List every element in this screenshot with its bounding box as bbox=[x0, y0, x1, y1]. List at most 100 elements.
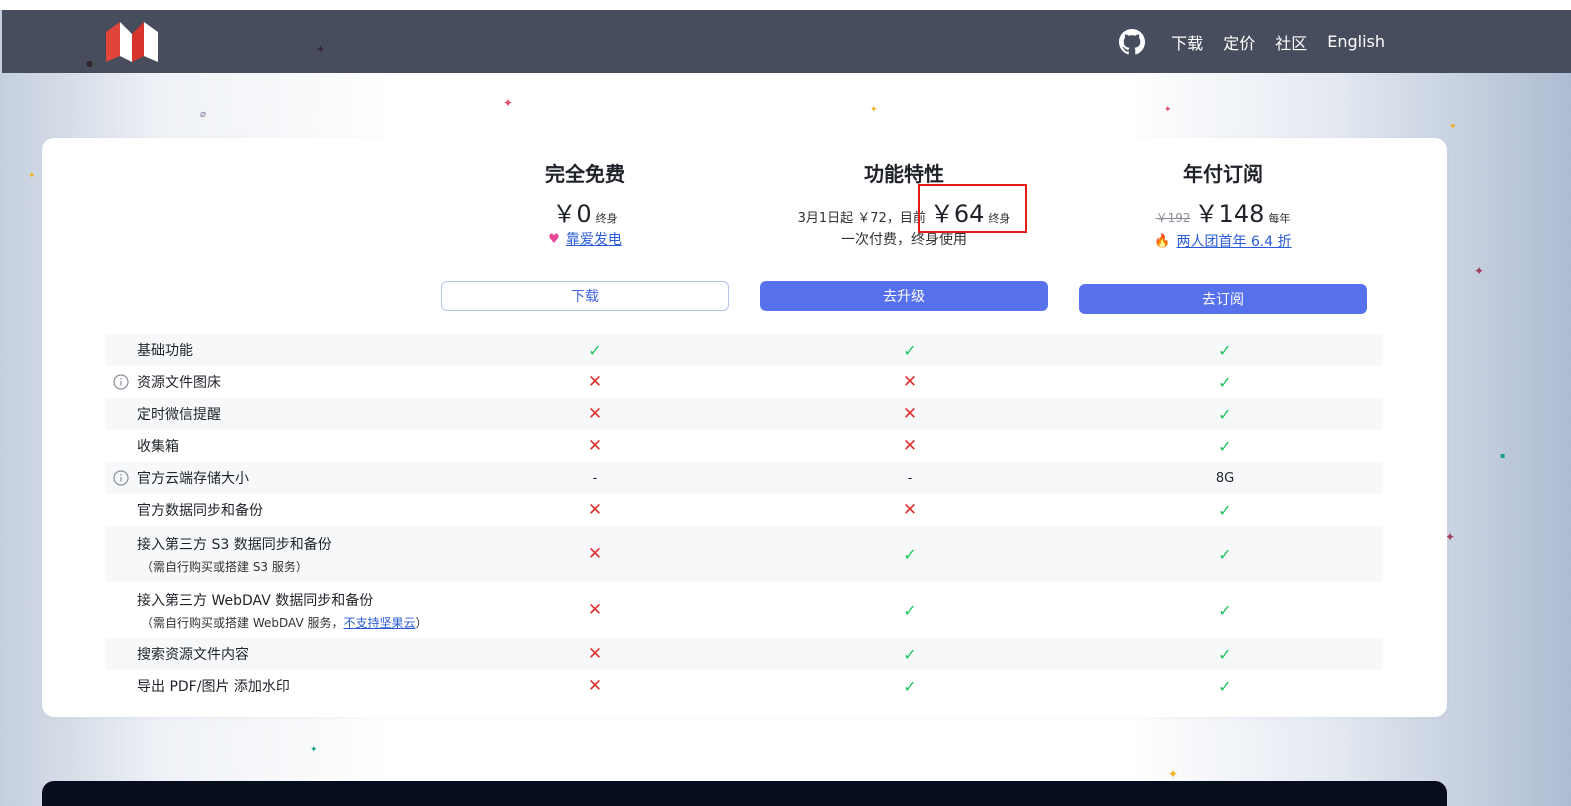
sponsor-link[interactable]: 靠爱发电 bbox=[566, 230, 622, 250]
cross-icon: ✕ bbox=[902, 404, 918, 424]
feature-name: 导出 PDF/图片 添加水印 bbox=[137, 679, 290, 695]
feature-name: 官方数据同步和备份 bbox=[137, 503, 263, 519]
sparkle-icon: ▪ bbox=[1500, 451, 1506, 460]
m-brand-logo-icon[interactable] bbox=[106, 22, 158, 62]
group-deal-link[interactable]: 两人团首年 6.4 折 bbox=[1177, 232, 1292, 252]
nav-download-link[interactable]: 下载 bbox=[1171, 30, 1203, 54]
plan-subtext: 一次付费，终身使用 bbox=[841, 232, 967, 248]
feature-cell: ✓ bbox=[1205, 582, 1245, 638]
dark-footer-panel bbox=[42, 781, 1447, 806]
original-price: ￥192 bbox=[1155, 211, 1191, 225]
table-row: 接入第三方 WebDAV 数据同步和备份 （需自行购买或搭建 WebDAV 服务… bbox=[105, 582, 1383, 638]
feature-cell: ✕ bbox=[575, 430, 615, 462]
sparkle-icon: ✦ bbox=[28, 171, 36, 181]
check-icon: ✓ bbox=[588, 340, 602, 360]
cross-icon: ✕ bbox=[587, 544, 603, 564]
feature-cell: ✓ bbox=[890, 582, 930, 638]
upgrade-button[interactable]: 去升级 bbox=[760, 281, 1048, 311]
sparkle-icon: ✦ bbox=[1164, 105, 1172, 115]
check-icon: ✓ bbox=[903, 676, 917, 696]
plan-subline: ♥ 靠爱发电 bbox=[441, 230, 729, 250]
nav-english-link[interactable]: English bbox=[1327, 32, 1385, 51]
check-icon: ✓ bbox=[903, 544, 917, 564]
fire-icon: 🔥 bbox=[1154, 234, 1171, 249]
plan-annual-header: 年付订阅 ￥192 ￥148 每年 🔥 两人团首年 6.4 折 bbox=[1079, 160, 1367, 252]
sparkle-icon: ⌀ bbox=[200, 109, 207, 120]
sparkle-icon: ● bbox=[86, 59, 93, 68]
check-icon: ✓ bbox=[1218, 372, 1232, 392]
feature-cell: ✓ bbox=[1205, 638, 1245, 670]
feature-cell: ✓ bbox=[1205, 334, 1245, 366]
cross-icon: ✕ bbox=[587, 372, 603, 392]
cross-icon: ✕ bbox=[587, 500, 603, 520]
feature-name: 收集箱 bbox=[137, 439, 179, 455]
feature-cell: ✓ bbox=[1205, 670, 1245, 702]
price-line: ￥192 ￥148 每年 bbox=[1079, 194, 1367, 228]
sparkle-icon: ✦ bbox=[870, 105, 878, 115]
feature-cell: ✓ bbox=[575, 334, 615, 366]
feature-cell: ✕ bbox=[575, 582, 615, 638]
feature-cell: ✕ bbox=[575, 366, 615, 398]
feature-cell: ✓ bbox=[1205, 526, 1245, 582]
feature-cell: ✓ bbox=[890, 334, 930, 366]
check-icon: ✓ bbox=[1218, 644, 1232, 664]
check-icon: ✓ bbox=[1218, 404, 1232, 424]
feature-cell: ✕ bbox=[575, 494, 615, 526]
top-strip bbox=[0, 0, 1571, 10]
table-row: 资源文件图床 ✕ ✕ ✓ bbox=[105, 366, 1383, 398]
feature-name: 资源文件图床 bbox=[137, 375, 221, 391]
cross-icon: ✕ bbox=[587, 436, 603, 456]
sparkle-icon: ✦ bbox=[1449, 122, 1457, 132]
sparkle-icon: ✦ bbox=[503, 96, 514, 110]
feature-note-end: ） bbox=[415, 615, 428, 630]
feature-cell: ✓ bbox=[1205, 398, 1245, 430]
plan-title: 年付订阅 bbox=[1183, 162, 1263, 186]
feature-name: 接入第三方 WebDAV 数据同步和备份 bbox=[137, 592, 374, 609]
sparkle-icon: ✦ bbox=[316, 43, 326, 56]
download-button[interactable]: 下载 bbox=[441, 281, 729, 311]
check-icon: ✓ bbox=[903, 340, 917, 360]
feature-cell: ✓ bbox=[890, 638, 930, 670]
feature-cell: ✓ bbox=[890, 670, 930, 702]
info-icon[interactable] bbox=[113, 374, 129, 390]
feature-note-text: （需自行购买或搭建 WebDAV 服务， bbox=[141, 615, 344, 630]
check-icon: ✓ bbox=[903, 600, 917, 620]
cross-icon: ✕ bbox=[902, 372, 918, 392]
subscribe-button[interactable]: 去订阅 bbox=[1079, 284, 1367, 314]
heart-icon: ♥ bbox=[548, 232, 560, 247]
table-row: 基础功能 ✓ ✓ ✓ bbox=[105, 334, 1383, 366]
check-icon: ✓ bbox=[1218, 500, 1232, 520]
feature-cell: - bbox=[575, 462, 615, 494]
feature-name: 定时微信提醒 bbox=[137, 407, 221, 423]
nav-community-link[interactable]: 社区 bbox=[1275, 30, 1307, 54]
feature-cell: ✕ bbox=[575, 398, 615, 430]
price-value: ￥148 bbox=[1194, 200, 1265, 228]
feature-cell: 8G bbox=[1205, 462, 1245, 494]
sparkle-icon: ✦ bbox=[310, 745, 318, 755]
jianguoyun-link[interactable]: 不支持坚果云 bbox=[343, 616, 415, 630]
feature-cell: ✕ bbox=[890, 366, 930, 398]
check-icon: ✓ bbox=[903, 644, 917, 664]
table-row: 接入第三方 S3 数据同步和备份 （需自行购买或搭建 S3 服务） ✕ ✓ ✓ bbox=[105, 526, 1383, 582]
check-icon: ✓ bbox=[1218, 676, 1232, 696]
info-icon[interactable] bbox=[113, 470, 129, 486]
github-icon[interactable] bbox=[1119, 28, 1146, 55]
feature-name: 基础功能 bbox=[137, 343, 193, 359]
feature-cell: ✕ bbox=[890, 494, 930, 526]
plan-free-header: 完全免费 ￥0 终身 ♥ 靠爱发电 bbox=[441, 160, 729, 250]
table-row: 导出 PDF/图片 添加水印 ✕ ✓ ✓ bbox=[105, 670, 1383, 702]
feature-value: 8G bbox=[1215, 470, 1235, 486]
feature-name: 接入第三方 S3 数据同步和备份 bbox=[137, 536, 332, 553]
price-value: ￥0 bbox=[552, 200, 592, 228]
price-line: ￥0 终身 bbox=[441, 194, 729, 228]
plan-subline: 一次付费，终身使用 bbox=[760, 230, 1048, 250]
table-row: 官方数据同步和备份 ✕ ✕ ✓ bbox=[105, 494, 1383, 526]
feature-table: 基础功能 ✓ ✓ ✓ 资源文件图床 ✕ ✕ ✓ 定时微信提醒 ✕ ✕ ✓ 收集箱… bbox=[105, 334, 1383, 702]
cross-icon: ✕ bbox=[587, 644, 603, 664]
price-highlight-box bbox=[918, 184, 1027, 233]
price-unit: 每年 bbox=[1268, 212, 1291, 225]
price-unit: 终身 bbox=[595, 212, 618, 225]
nav-pricing-link[interactable]: 定价 bbox=[1223, 30, 1255, 54]
feature-name: 官方云端存储大小 bbox=[137, 471, 249, 487]
feature-note: （需自行购买或搭建 WebDAV 服务，不支持坚果云） bbox=[141, 614, 428, 631]
